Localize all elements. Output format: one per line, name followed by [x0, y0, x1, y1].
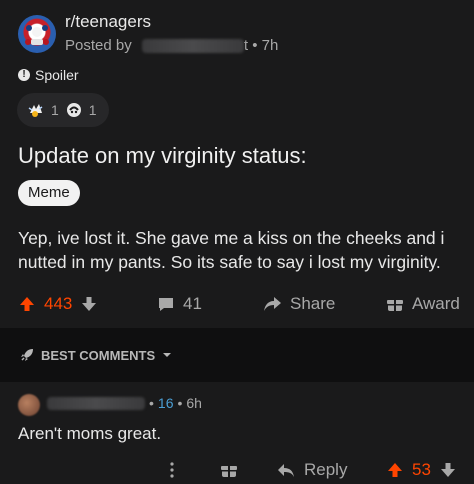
sort-label: BEST COMMENTS	[41, 347, 156, 363]
separator-dot: •	[252, 37, 258, 54]
posted-by-prefix: Posted by	[65, 37, 132, 54]
comment-vote-count: 53	[412, 460, 431, 479]
reply-button[interactable]: Reply	[276, 456, 347, 484]
comment-meta: • 16 • 6h	[47, 395, 202, 411]
post-title[interactable]: Update on my virginity status:	[18, 143, 307, 169]
post-score: 443	[44, 294, 73, 313]
award-label: Award	[412, 294, 460, 313]
awards-pill[interactable]: 1 1	[17, 93, 109, 127]
comment-award-button[interactable]	[220, 456, 238, 484]
share-button[interactable]: Share	[262, 290, 335, 318]
helpful-award-icon	[65, 101, 83, 119]
posted-by-line: Posted by t • 7h	[65, 37, 278, 54]
award-button[interactable]: Award	[386, 290, 460, 318]
upvote-arrow-icon[interactable]	[18, 295, 36, 313]
upvote-arrow-icon[interactable]	[386, 461, 404, 479]
post-time: 7h	[261, 37, 279, 54]
spoiler-label: Spoiler	[35, 67, 79, 83]
comment-time: 6h	[186, 395, 202, 411]
comment-score: 16	[157, 395, 174, 411]
subreddit-avatar[interactable]	[18, 15, 56, 53]
gift-icon	[220, 461, 238, 479]
award-count-1: 1	[51, 102, 59, 118]
blurred-username[interactable]	[141, 39, 244, 54]
separator-dot: •	[177, 395, 183, 411]
exclamation-icon: !	[18, 69, 30, 81]
reply-arrow-icon	[276, 461, 296, 479]
spoiler-tag: ! Spoiler	[18, 67, 79, 83]
more-options-button[interactable]	[168, 456, 176, 484]
comment-actions: Reply 53	[0, 456, 474, 482]
downvote-arrow-icon[interactable]	[80, 295, 98, 313]
comments-button[interactable]: 41	[157, 290, 202, 318]
vote-group: 443	[18, 290, 98, 318]
post-card: r/teenagers Posted by t • 7h ! Spoiler 1	[0, 0, 474, 328]
award-count-2: 1	[88, 102, 97, 118]
downvote-arrow-icon[interactable]	[439, 461, 457, 479]
post-actions: 443 41 Share Award	[0, 290, 474, 318]
reply-label: Reply	[304, 460, 348, 479]
chevron-down-icon	[161, 349, 173, 361]
commenter-avatar[interactable]	[18, 394, 40, 416]
share-label: Share	[290, 294, 336, 313]
post-flair[interactable]: Meme	[18, 180, 80, 206]
share-arrow-icon	[262, 295, 282, 313]
comment-body: Aren't moms great.	[18, 424, 162, 443]
comment-vote-group: 53	[386, 456, 457, 484]
wholesome-award-icon	[27, 101, 45, 119]
post-body: Yep, ive lost it. She gave me a kiss on …	[18, 228, 445, 272]
comment-bubble-icon	[157, 295, 175, 313]
comment-sort-bar[interactable]: BEST COMMENTS	[0, 328, 474, 382]
username-tail: t	[243, 37, 249, 54]
comment-count: 41	[183, 294, 202, 313]
rocket-icon	[19, 347, 35, 363]
vertical-dots-icon	[168, 461, 176, 479]
subreddit-name[interactable]: r/teenagers	[65, 12, 151, 32]
separator-dot: •	[149, 395, 154, 411]
blurred-commenter-name[interactable]	[47, 396, 145, 410]
gift-icon	[386, 295, 404, 313]
